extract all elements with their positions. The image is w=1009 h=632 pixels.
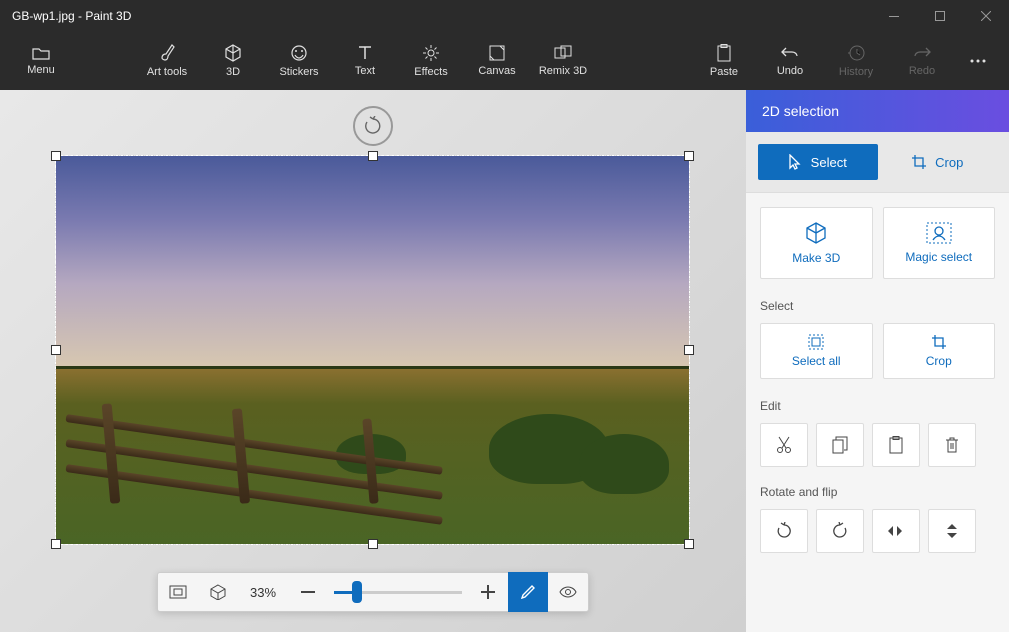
paste-icon: [889, 436, 903, 454]
magic-select-button[interactable]: Magic select: [883, 207, 996, 279]
zoom-slider[interactable]: [334, 591, 462, 594]
brush-icon: [159, 44, 175, 62]
cursor-icon: [789, 154, 803, 170]
edit-mode-button[interactable]: [508, 572, 548, 612]
select-mode-button[interactable]: Select: [758, 144, 878, 180]
flip-v-icon: [944, 522, 960, 540]
resize-handle-t[interactable]: [368, 151, 378, 161]
canvas-button[interactable]: Canvas: [464, 32, 530, 90]
resize-handle-tl[interactable]: [51, 151, 61, 161]
pencil-icon: [521, 585, 535, 599]
copy-button[interactable]: [816, 423, 864, 467]
maximize-button[interactable]: [917, 0, 963, 32]
copy-icon: [832, 436, 848, 454]
effects-icon: [422, 44, 440, 62]
effects-button[interactable]: Effects: [398, 32, 464, 90]
canvas-image: [56, 156, 689, 544]
magic-select-icon: [926, 222, 952, 244]
selection-box[interactable]: [55, 155, 690, 545]
rotate-left-icon: [775, 522, 793, 540]
more-icon: [970, 59, 986, 63]
zoom-percent: 33%: [238, 585, 288, 600]
window-controls: [871, 0, 1009, 32]
sticker-icon: [290, 44, 308, 62]
select-all-button[interactable]: Select all: [760, 323, 873, 379]
remix-icon: [554, 45, 572, 61]
flip-vertical-button[interactable]: [928, 509, 976, 553]
resize-handle-bl[interactable]: [51, 539, 61, 549]
cube-3d-icon: [804, 221, 828, 245]
fit-screen-button[interactable]: [158, 572, 198, 612]
workspace: 33% 2D selection Select Crop: [0, 90, 1009, 632]
cut-button[interactable]: [760, 423, 808, 467]
resize-handle-l[interactable]: [51, 345, 61, 355]
canvas-icon: [489, 45, 505, 61]
close-button[interactable]: [963, 0, 1009, 32]
rotate-right-button[interactable]: [816, 509, 864, 553]
cube-icon: [224, 44, 242, 62]
undo-button[interactable]: Undo: [757, 32, 823, 90]
history-button[interactable]: History: [823, 32, 889, 90]
resize-handle-br[interactable]: [684, 539, 694, 549]
make-3d-button[interactable]: Make 3D: [760, 207, 873, 279]
rotate-left-button[interactable]: [760, 509, 808, 553]
panel-body: Make 3D Magic select Select Select all C…: [746, 193, 1009, 579]
zoom-slider-wrap: [328, 591, 468, 594]
paste-button[interactable]: Paste: [691, 32, 757, 90]
section-select-label: Select: [760, 299, 995, 313]
stickers-button[interactable]: Stickers: [266, 32, 332, 90]
redo-button[interactable]: Redo: [889, 32, 955, 90]
flip-horizontal-button[interactable]: [872, 509, 920, 553]
ribbon: Menu Art tools 3D Stickers Text Effects …: [0, 32, 1009, 90]
3d-button[interactable]: 3D: [200, 32, 266, 90]
section-rotate-label: Rotate and flip: [760, 485, 995, 499]
select-all-icon: [808, 334, 824, 350]
eye-icon: [559, 586, 577, 598]
paste-edit-button[interactable]: [872, 423, 920, 467]
side-panel: 2D selection Select Crop Make 3D Magic s…: [746, 90, 1009, 632]
view-3d-button[interactable]: [198, 572, 238, 612]
paste-icon: [717, 44, 731, 62]
zoom-in-button[interactable]: [468, 572, 508, 612]
flip-h-icon: [887, 523, 905, 539]
rotate-right-icon: [831, 522, 849, 540]
delete-button[interactable]: [928, 423, 976, 467]
resize-handle-tr[interactable]: [684, 151, 694, 161]
text-button[interactable]: Text: [332, 32, 398, 90]
window-title: GB-wp1.jpg - Paint 3D: [12, 9, 871, 23]
history-icon: [847, 44, 865, 62]
canvas-area[interactable]: 33%: [0, 90, 746, 632]
redo-icon: [913, 45, 931, 61]
crop-icon: [911, 154, 927, 170]
text-icon: [357, 45, 373, 61]
crop-button[interactable]: Crop: [883, 323, 996, 379]
minus-icon: [301, 591, 315, 593]
zoom-bar: 33%: [157, 572, 589, 612]
section-edit-label: Edit: [760, 399, 995, 413]
plus-icon: [481, 585, 495, 599]
more-button[interactable]: [955, 32, 1001, 90]
mode-row: Select Crop: [746, 132, 1009, 193]
remix-3d-button[interactable]: Remix 3D: [530, 32, 596, 90]
fit-icon: [169, 585, 187, 599]
rotate-handle[interactable]: [353, 106, 393, 146]
view-mode-button[interactable]: [548, 572, 588, 612]
cut-icon: [776, 436, 792, 454]
crop-mode-button[interactable]: Crop: [878, 144, 998, 180]
rotate-icon: [363, 116, 383, 136]
crop-icon: [931, 334, 947, 350]
undo-icon: [781, 45, 799, 61]
panel-title: 2D selection: [746, 90, 1009, 132]
titlebar: GB-wp1.jpg - Paint 3D: [0, 0, 1009, 32]
resize-handle-r[interactable]: [684, 345, 694, 355]
art-tools-button[interactable]: Art tools: [134, 32, 200, 90]
trash-icon: [945, 436, 959, 454]
zoom-out-button[interactable]: [288, 572, 328, 612]
folder-icon: [32, 46, 50, 60]
minimize-button[interactable]: [871, 0, 917, 32]
resize-handle-b[interactable]: [368, 539, 378, 549]
cube-view-icon: [209, 584, 227, 600]
menu-button[interactable]: Menu: [8, 32, 74, 90]
